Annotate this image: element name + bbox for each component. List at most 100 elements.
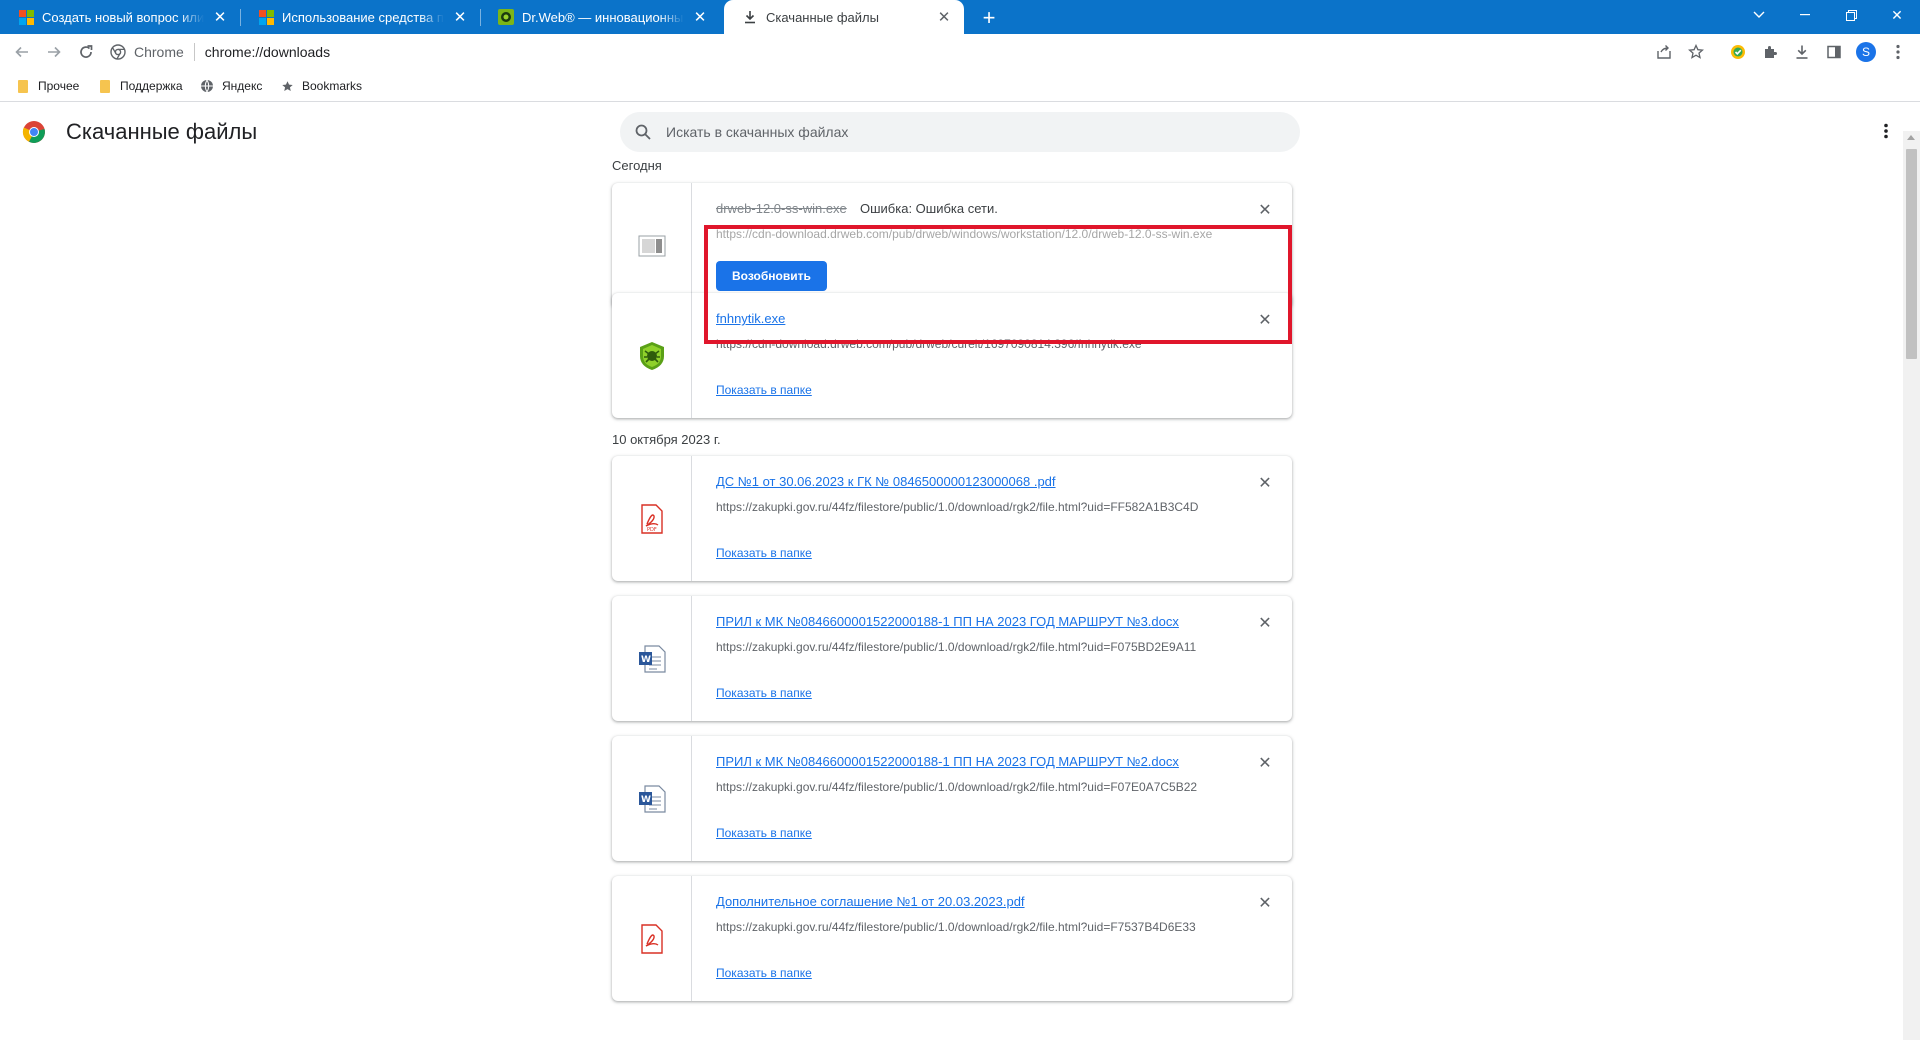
url-text: chrome://downloads bbox=[204, 44, 331, 60]
chrome-logo-icon bbox=[22, 121, 45, 143]
tab-title: Dr.Web® — инновационные технологии bbox=[522, 9, 684, 25]
remove-item-close-icon[interactable]: ✕ bbox=[1256, 311, 1274, 329]
remove-item-close-icon[interactable]: ✕ bbox=[1256, 614, 1274, 632]
download-item: PDF ДС №1 от 30.06.2023 к ГК № 084650000… bbox=[612, 456, 1292, 581]
download-item: Дополнительное соглашение №1 от 20.03.20… bbox=[612, 876, 1292, 1001]
minimize-button[interactable] bbox=[1782, 0, 1828, 30]
bookmark-label: Bookmarks bbox=[302, 79, 363, 93]
close-icon[interactable]: ✕ bbox=[934, 7, 954, 27]
file-url: https://zakupki.gov.ru/44fz/filestore/pu… bbox=[716, 780, 1198, 794]
download-item-failed: drweb-12.0-ss-win.exe Ошибка: Ошибка сет… bbox=[612, 183, 1292, 308]
bookmark-folder-support[interactable]: Поддержка bbox=[98, 76, 183, 96]
bookmarks-bar: Прочее Поддержка Яндекс Bookmarks bbox=[0, 70, 1920, 102]
bookmark-label: Яндекс bbox=[222, 79, 263, 93]
remove-item-close-icon[interactable]: ✕ bbox=[1256, 201, 1274, 219]
resume-button[interactable]: Возобновить bbox=[716, 261, 827, 291]
download-icon bbox=[742, 9, 758, 25]
close-icon[interactable]: ✕ bbox=[210, 7, 230, 27]
bookmark-folder-bookmarks[interactable]: Bookmarks bbox=[280, 76, 362, 96]
site-info-chip[interactable]: Chrome bbox=[110, 43, 195, 61]
bookmark-yandex[interactable]: Яндекс bbox=[200, 76, 262, 96]
globe-icon bbox=[200, 79, 214, 93]
extensions-puzzle-icon[interactable] bbox=[1758, 40, 1782, 64]
scroll-up-icon[interactable] bbox=[1907, 135, 1915, 140]
file-url: https://zakupki.gov.ru/44fz/filestore/pu… bbox=[716, 920, 1196, 934]
downloads-page: Скачанные файлы Сегодня drweb-12.0-ss-wi… bbox=[0, 103, 1920, 1040]
tab-drweb[interactable]: Dr.Web® — инновационные технологии ✕ bbox=[480, 0, 720, 34]
generic-file-icon bbox=[638, 235, 665, 256]
pdf-icon: PDF bbox=[640, 503, 663, 534]
profile-avatar[interactable]: S bbox=[1854, 40, 1878, 64]
date-header-october: 10 октября 2023 г. bbox=[612, 432, 721, 447]
file-url: https://zakupki.gov.ru/44fz/filestore/pu… bbox=[716, 500, 1199, 514]
page-scrollbar[interactable] bbox=[1903, 131, 1920, 1040]
show-in-folder-link[interactable]: Показать в папке bbox=[716, 383, 812, 397]
file-name-link[interactable]: ПРИЛ к МК №0846600001522000188-1 ПП НА 2… bbox=[716, 754, 1179, 769]
show-in-folder-link[interactable]: Показать в папке bbox=[716, 966, 812, 980]
star-icon bbox=[280, 79, 294, 93]
download-item: fnhnytik.exe https://cdn-download.drweb.… bbox=[612, 293, 1292, 418]
file-name-link[interactable]: Дополнительное соглашение №1 от 20.03.20… bbox=[716, 894, 1025, 909]
microsoft-icon bbox=[18, 9, 34, 25]
scrollbar-thumb[interactable] bbox=[1906, 149, 1917, 359]
svg-text:W: W bbox=[641, 655, 651, 665]
drweb-icon bbox=[498, 9, 514, 25]
close-window-button[interactable]: ✕ bbox=[1874, 0, 1920, 30]
microsoft-icon bbox=[258, 9, 274, 25]
svg-text:PDF: PDF bbox=[647, 527, 657, 533]
show-in-folder-link[interactable]: Показать в папке bbox=[716, 686, 812, 700]
download-item: W ПРИЛ к МК №0846600001522000188-1 ПП НА… bbox=[612, 736, 1292, 861]
share-icon[interactable] bbox=[1652, 40, 1676, 64]
tab-microsoft-sfc[interactable]: Использование средства проверки системны… bbox=[240, 0, 481, 34]
svg-text:W: W bbox=[641, 795, 651, 805]
downloads-search[interactable] bbox=[620, 112, 1300, 152]
page-title: Скачанные файлы bbox=[66, 119, 258, 144]
restore-button[interactable] bbox=[1828, 0, 1874, 30]
bookmark-star-icon[interactable] bbox=[1684, 40, 1708, 64]
remove-item-close-icon[interactable]: ✕ bbox=[1256, 474, 1274, 492]
search-input[interactable] bbox=[666, 124, 1266, 140]
file-name: drweb-12.0-ss-win.exe bbox=[716, 201, 847, 216]
chrome-icon bbox=[110, 44, 126, 60]
remove-item-close-icon[interactable]: ✕ bbox=[1256, 894, 1274, 912]
file-name-link[interactable]: ПРИЛ к МК №0846600001522000188-1 ПП НА 2… bbox=[716, 614, 1179, 629]
more-options-icon[interactable] bbox=[1876, 119, 1896, 143]
page-header: Скачанные файлы bbox=[22, 119, 257, 145]
docx-icon: W bbox=[638, 784, 666, 813]
tab-downloads[interactable]: Скачанные файлы ✕ bbox=[724, 0, 964, 34]
file-name-link[interactable]: fnhnytik.exe bbox=[716, 311, 785, 326]
date-header-today: Сегодня bbox=[612, 158, 662, 173]
side-panel-icon[interactable] bbox=[1822, 40, 1846, 64]
chip-label: Chrome bbox=[134, 44, 184, 60]
file-name-link[interactable]: ДС №1 от 30.06.2023 к ГК № 0846500000123… bbox=[716, 474, 1056, 489]
folder-icon bbox=[98, 79, 112, 93]
folder-icon bbox=[16, 79, 30, 93]
download-status: Ошибка: Ошибка сети. bbox=[860, 201, 998, 216]
address-bar[interactable]: Chrome chrome://downloads bbox=[110, 37, 1670, 67]
tab-title: Скачанные файлы bbox=[766, 9, 879, 25]
close-icon[interactable]: ✕ bbox=[450, 7, 470, 27]
tab-search-button[interactable] bbox=[1736, 0, 1782, 30]
tab-strip: Создать новый вопрос или начать обсужден… bbox=[0, 0, 1920, 34]
extension-drweb-icon[interactable] bbox=[1726, 40, 1750, 64]
bookmark-folder-other[interactable]: Прочее bbox=[16, 76, 79, 96]
new-tab-button[interactable]: + bbox=[976, 5, 1002, 31]
show-in-folder-link[interactable]: Показать в папке bbox=[716, 826, 812, 840]
tab-microsoft-community[interactable]: Создать новый вопрос или начать обсужден… bbox=[0, 0, 241, 34]
bookmark-label: Прочее bbox=[38, 79, 80, 93]
chrome-menu-icon[interactable] bbox=[1886, 40, 1910, 64]
close-icon[interactable]: ✕ bbox=[690, 7, 710, 27]
file-url: https://zakupki.gov.ru/44fz/filestore/pu… bbox=[716, 640, 1197, 654]
pdf-icon bbox=[640, 923, 663, 954]
reload-button[interactable] bbox=[72, 38, 100, 66]
remove-item-close-icon[interactable]: ✕ bbox=[1256, 754, 1274, 772]
back-button[interactable] bbox=[8, 38, 36, 66]
browser-toolbar: Chrome chrome://downloads S bbox=[0, 34, 1920, 70]
show-in-folder-link[interactable]: Показать в папке bbox=[716, 546, 812, 560]
avatar: S bbox=[1856, 42, 1876, 62]
forward-button[interactable] bbox=[40, 38, 68, 66]
file-url: https://cdn-download.drweb.com/pub/drweb… bbox=[716, 337, 1142, 351]
downloads-icon[interactable] bbox=[1790, 40, 1814, 64]
tab-title: Использование средства проверки системны… bbox=[282, 9, 444, 25]
download-item: W ПРИЛ к МК №0846600001522000188-1 ПП НА… bbox=[612, 596, 1292, 721]
